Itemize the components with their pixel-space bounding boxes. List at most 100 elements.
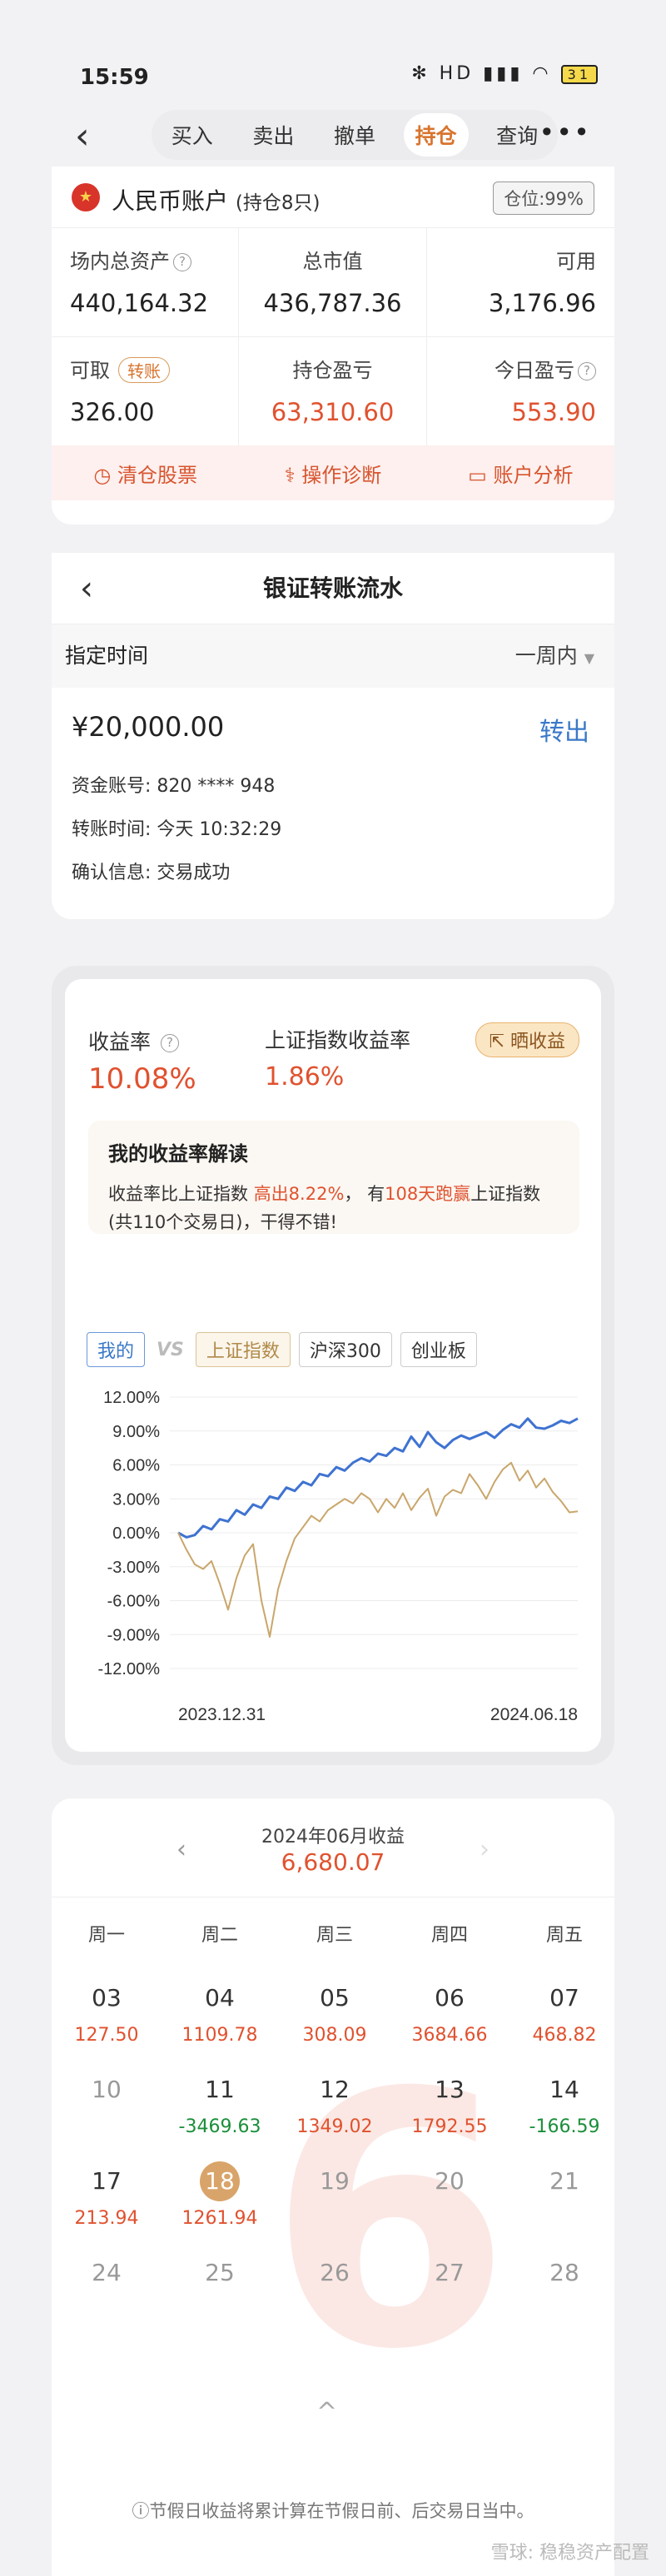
tab-chinext[interactable]: 创业板 — [400, 1332, 477, 1367]
total-assets-cell: 场内总资产? 440,164.32 — [52, 228, 240, 336]
x-tick-label: 2023.12.31 — [178, 1705, 266, 1724]
calendar-day[interactable]: 04 1109.78 — [178, 1978, 261, 2046]
calendar-day[interactable]: 17 213.94 — [65, 2161, 148, 2229]
returns-line-chart: 12.00% 9.00% 6.00% 3.00% 0.00% -3.00% -6.00% -9… — [98, 1389, 579, 1724]
day-profit: 1109.78 — [181, 2025, 258, 2046]
my-return-value: 10.08% — [88, 1062, 196, 1096]
y-tick-label: -9.00% — [107, 1626, 161, 1644]
calendar-day: 21 — [523, 2161, 606, 2208]
day-profit: 3684.66 — [411, 2025, 488, 2046]
day-profit: 1261.94 — [181, 2208, 258, 2229]
segment-tabs: 买入 卖出 撤单 持仓 查询 — [152, 110, 558, 160]
account-analysis-button[interactable]: ▭ 账户分析 — [427, 459, 614, 488]
day-number: 21 — [549, 2167, 579, 2195]
calendar-day[interactable]: 13 1792.55 — [408, 2070, 491, 2137]
tab-holdings[interactable]: 持仓 — [403, 113, 469, 157]
tab-csi300[interactable]: 沪深300 — [298, 1332, 392, 1367]
tab-cancel[interactable]: 撤单 — [322, 113, 387, 157]
calendar-day: 19 — [293, 2161, 376, 2208]
tab-sse[interactable]: 上证指数 — [195, 1332, 291, 1367]
calendar-day[interactable]: 11 -3469.63 — [178, 2070, 261, 2137]
top-nav: ‹ 买入 卖出 撤单 持仓 查询 ••• — [50, 105, 616, 165]
back-arrow-icon[interactable]: ‹ — [75, 115, 90, 157]
interp-days: 108天跑赢 — [385, 1184, 471, 1204]
weekday-header: 周一 — [87, 1925, 125, 1946]
holding-pl-value: 63,310.60 — [271, 398, 395, 426]
day-number: 11 — [205, 2076, 235, 2103]
today-pl-value: 553.90 — [511, 398, 596, 426]
calendar-day[interactable]: 18 1261.94 — [178, 2161, 261, 2229]
account-subtitle: (持仓8只) — [235, 192, 321, 214]
day-number: 17 — [92, 2167, 122, 2195]
weekday-header: 周二 — [201, 1925, 238, 1946]
account-title-text: 人民币账户 — [112, 187, 229, 215]
tab-sell[interactable]: 卖出 — [241, 113, 306, 157]
available-cell: 可用 3,176.96 — [427, 228, 614, 336]
account-header: ★ 人民币账户 (持仓8只) 仓位:99% — [52, 167, 614, 228]
status-icons-text: ✻ HD ▮▮▮ ◠ — [411, 63, 552, 84]
battery-icon: 31 — [560, 65, 598, 84]
month-label: 2024年06月收益 — [261, 1827, 405, 1847]
more-icon[interactable]: ••• — [539, 117, 591, 148]
returns-inner: 收益率 ? 10.08% 上证指数收益率 1.86% ⇱ 晒收益 我的收益率解读… — [65, 979, 601, 1752]
back-arrow-icon[interactable]: ‹ — [80, 553, 93, 624]
day-profit: 1792.55 — [411, 2116, 488, 2137]
y-tick-label: 12.00% — [103, 1389, 160, 1407]
calendar-day[interactable]: 06 3684.66 — [408, 1978, 491, 2046]
y-tick-label: 3.00% — [112, 1490, 160, 1509]
day-number: 07 — [549, 1984, 579, 2012]
time-range-value: 一周内 — [514, 644, 578, 668]
calendar-day[interactable]: 10 — [65, 2070, 148, 2116]
day-profit: 308.09 — [302, 2025, 367, 2046]
transfer-amount-row: ¥20,000.00 转出 — [52, 688, 614, 747]
time-filter[interactable]: 指定时间 一周内 ▼ — [52, 624, 614, 688]
calendar-day[interactable]: 12 1349.02 — [293, 2070, 376, 2137]
diagnose-label: 操作诊断 — [301, 463, 382, 487]
y-tick-label: 0.00% — [112, 1524, 160, 1543]
help-icon[interactable]: ? — [160, 1034, 179, 1052]
calendar-day[interactable]: 03 127.50 — [65, 1978, 148, 2046]
weekday-header: 周四 — [430, 1925, 468, 1946]
market-value-value: 436,787.36 — [263, 289, 402, 317]
index-return-label: 上证指数收益率 — [265, 1028, 411, 1052]
compare-tabs: 我的 VS 上证指数 沪深300 创业板 — [87, 1332, 477, 1367]
total-assets-value: 440,164.32 — [70, 289, 209, 317]
day-number: 04 — [205, 1984, 235, 2012]
transfer-button[interactable]: 转账 — [118, 357, 170, 383]
day-profit: 1349.02 — [296, 2116, 373, 2137]
tab-buy[interactable]: 买入 — [160, 113, 225, 157]
status-icons: ✻ HD ▮▮▮ ◠ 31 — [411, 63, 598, 84]
transfer-card: ‹ 银证转账流水 指定时间 一周内 ▼ ¥20,000.00 转出 资金账号: … — [52, 553, 614, 919]
clear-stocks-button[interactable]: ◷ 清仓股票 — [52, 459, 239, 488]
status-time: 15:59 — [80, 65, 149, 90]
transfer-direction: 转出 — [539, 718, 589, 747]
help-icon[interactable]: ? — [173, 253, 191, 271]
holding-pl-cell: 持仓盈亏 63,310.60 — [239, 337, 427, 445]
account-actions: ◷ 清仓股票 ⚕ 操作诊断 ▭ 账户分析 — [52, 445, 614, 500]
my-return-label-text: 收益率 — [88, 1030, 152, 1054]
available-label: 可用 — [555, 250, 596, 273]
transfer-time: 转账时间: 今天 10:32:29 — [72, 819, 282, 840]
market-value-cell: 总市值 436,787.36 — [239, 228, 427, 336]
calendar-card: 6 ‹ 2024年06月收益 6,680.07 › 周一 周二 周三 周四 周五 03 12… — [52, 1798, 614, 2576]
account-title: 人民币账户 (持仓8只) — [112, 183, 321, 216]
calendar-header: ‹ 2024年06月收益 6,680.07 › — [52, 1798, 614, 1882]
interpretation-title: 我的收益率解读 — [108, 1142, 248, 1166]
calendar-day[interactable]: 14 -166.59 — [523, 2070, 606, 2137]
help-icon[interactable]: ? — [577, 362, 596, 380]
interp-line2: (共110个交易日)，干得不错! — [108, 1212, 337, 1232]
caret-down-icon: ▼ — [584, 650, 594, 666]
time-range-select[interactable]: 一周内 ▼ — [515, 624, 594, 690]
calendar-day: 25 — [178, 2253, 261, 2300]
calendar-day[interactable]: 05 308.09 — [293, 1978, 376, 2046]
y-tick-label: -6.00% — [107, 1593, 161, 1611]
calendar-day: 26 — [293, 2253, 376, 2300]
transfer-amount: ¥20,000.00 — [72, 711, 225, 743]
y-tick-label: -12.00% — [98, 1660, 161, 1678]
index-return-value: 1.86% — [265, 1062, 345, 1092]
tab-mine[interactable]: 我的 — [87, 1332, 146, 1367]
collapse-caret-icon[interactable]: ^ — [316, 2398, 337, 2427]
calendar-day[interactable]: 07 468.82 — [523, 1978, 606, 2046]
diagnose-button[interactable]: ⚕ 操作诊断 — [239, 459, 426, 488]
share-returns-button[interactable]: ⇱ 晒收益 — [475, 1022, 579, 1057]
